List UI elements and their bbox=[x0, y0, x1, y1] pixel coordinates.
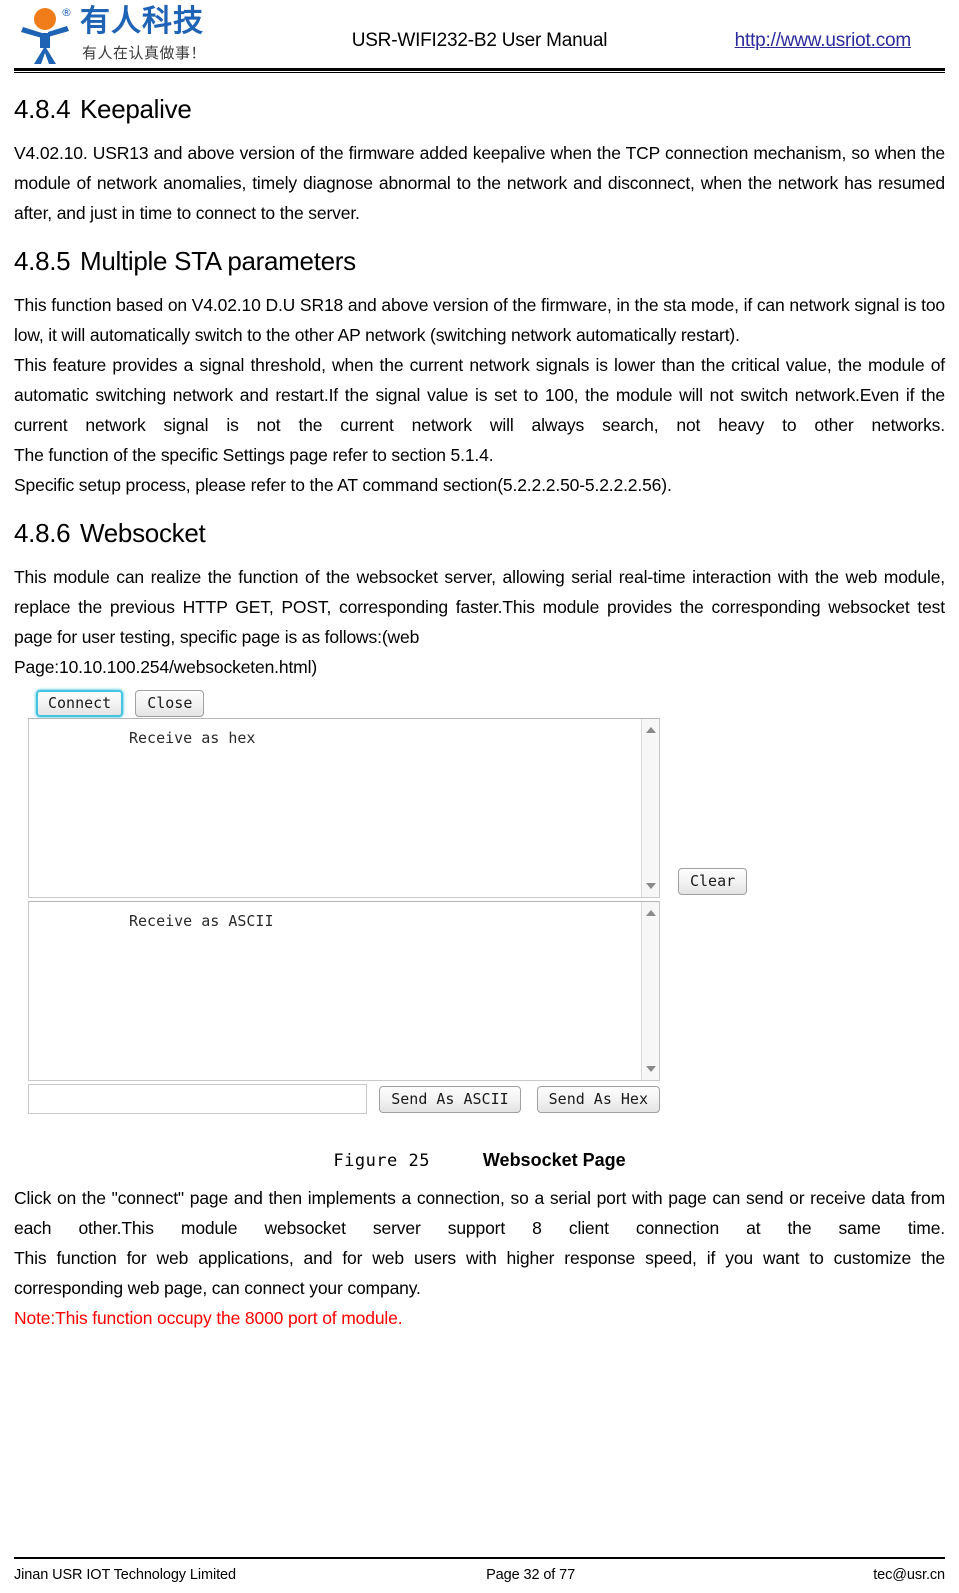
receive-ascii-label: Receive as ASCII bbox=[129, 912, 274, 930]
figure-number: Figure 25 bbox=[333, 1151, 430, 1171]
scroll-down-arrow-icon[interactable] bbox=[642, 878, 659, 894]
clear-button-wrapper: Clear bbox=[678, 868, 748, 895]
heading-multiple-sta-number: 4.8.5 bbox=[14, 246, 71, 276]
page-footer: Jinan USR IOT Technology Limited Page 32… bbox=[14, 1557, 945, 1583]
paragraph-keepalive: V4.02.10. USR13 and above version of the… bbox=[14, 143, 945, 223]
figure-caption: Figure 25 Websocket Page bbox=[14, 1150, 945, 1171]
paragraph-websocket-3: This function for web applications, and … bbox=[14, 1248, 945, 1298]
note-websocket-port: Note:This function occupy the 8000 port … bbox=[14, 1308, 403, 1328]
figure-websocket-page: Connect Close Receive as hex Receive as … bbox=[28, 688, 944, 1128]
heading-websocket-number: 4.8.6 bbox=[14, 518, 71, 548]
paragraph-multiple-sta-2: This feature provides a signal threshold… bbox=[14, 355, 945, 435]
footer-email: tec@usr.cn bbox=[873, 1567, 945, 1583]
websocket-test-page: Connect Close Receive as hex Receive as … bbox=[28, 688, 944, 1128]
websocket-connection-buttons: Connect Close bbox=[28, 688, 944, 718]
company-website-link[interactable]: http://www.usriot.com bbox=[735, 30, 912, 52]
heading-keepalive: 4.8.4 Keepalive bbox=[14, 94, 945, 124]
websocket-send-bar: Send As ASCII Send As Hex bbox=[28, 1084, 660, 1114]
heading-websocket-title: Websocket bbox=[80, 518, 206, 548]
footer-company: Jinan USR IOT Technology Limited bbox=[14, 1567, 236, 1583]
paragraph-websocket-1: This module can realize the function of … bbox=[14, 567, 945, 647]
websocket-body: Receive as hex Receive as ASCII Send As … bbox=[28, 718, 944, 1128]
header-divider-thin bbox=[14, 72, 945, 73]
receive-hex-label: Receive as hex bbox=[129, 729, 256, 747]
send-as-hex-button[interactable]: Send As Hex bbox=[536, 1085, 660, 1113]
receive-ascii-scrollbar[interactable] bbox=[641, 902, 659, 1080]
scroll-up-arrow-icon[interactable] bbox=[642, 722, 659, 738]
heading-keepalive-title: Keepalive bbox=[80, 94, 192, 124]
receive-hex-textarea[interactable]: Receive as hex bbox=[28, 718, 660, 898]
heading-multiple-sta: 4.8.5 Multiple STA parameters bbox=[14, 246, 945, 276]
receive-ascii-textarea[interactable]: Receive as ASCII bbox=[28, 901, 660, 1081]
scroll-down-arrow-icon[interactable] bbox=[642, 1061, 659, 1077]
paragraph-websocket-1-continued: Page:10.10.100.254/websocketen.html) bbox=[14, 657, 318, 677]
heading-websocket: 4.8.6 Websocket bbox=[14, 518, 945, 548]
websocket-action-column: Clear bbox=[660, 718, 940, 1128]
send-data-input[interactable] bbox=[28, 1084, 368, 1114]
paragraph-websocket-2: Click on the "connect" page and then imp… bbox=[14, 1188, 945, 1238]
clear-button[interactable]: Clear bbox=[678, 868, 748, 895]
registered-mark-icon: ® bbox=[61, 6, 72, 19]
heading-keepalive-number: 4.8.4 bbox=[14, 94, 71, 124]
close-button[interactable]: Close bbox=[135, 689, 205, 717]
send-buttons-group: Send As ASCII Send As Hex bbox=[379, 1085, 660, 1113]
scroll-up-arrow-icon[interactable] bbox=[642, 905, 659, 921]
page-content: 4.8.4 Keepalive V4.02.10. USR13 and above… bbox=[0, 94, 959, 1333]
page-header: ® 有人科技 有人在认真做事！ USR-WIFI232-B2 User Manu… bbox=[0, 0, 959, 73]
header-divider-thick bbox=[14, 68, 945, 71]
receive-hex-scrollbar[interactable] bbox=[641, 719, 659, 897]
footer-divider bbox=[14, 1557, 945, 1559]
send-as-ascii-button[interactable]: Send As ASCII bbox=[379, 1085, 521, 1113]
websocket-receive-column: Receive as hex Receive as ASCII Send As … bbox=[28, 718, 660, 1114]
paragraph-multiple-sta-4: Specific setup process, please refer to … bbox=[14, 475, 672, 495]
paragraph-multiple-sta-1: This function based on V4.02.10 D.U SR18… bbox=[14, 295, 945, 345]
connect-button[interactable]: Connect bbox=[36, 689, 124, 717]
figure-title: Websocket Page bbox=[482, 1150, 626, 1170]
footer-page-number: Page 32 of 77 bbox=[486, 1567, 576, 1583]
paragraph-multiple-sta-3: The function of the specific Settings pa… bbox=[14, 445, 494, 465]
heading-multiple-sta-title: Multiple STA parameters bbox=[80, 246, 356, 276]
